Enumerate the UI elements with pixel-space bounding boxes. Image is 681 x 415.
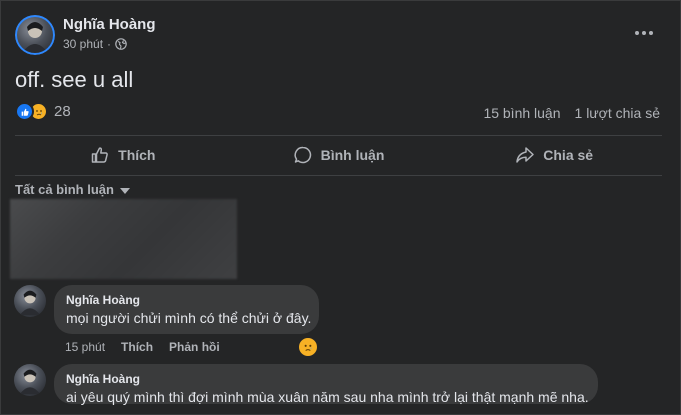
meta-separator: · — [107, 37, 112, 51]
comments-count-link[interactable]: 15 bình luận — [483, 105, 560, 121]
comment-avatar[interactable] — [14, 364, 46, 396]
comment-filter-label: Tất cả bình luận — [15, 182, 114, 197]
share-button[interactable]: Chia sẻ — [446, 139, 662, 171]
share-icon — [516, 147, 535, 163]
post-stats: 15 bình luận 1 lượt chia sẻ — [483, 105, 660, 121]
comment-bubble: Nghĩa Hoàng ai yêu quý mình thì đợi mình… — [54, 364, 598, 405]
more-options-button[interactable] — [632, 21, 656, 45]
comment-author-name[interactable]: Nghĩa Hoàng — [66, 293, 307, 307]
avatar-image — [19, 369, 41, 395]
like-icon — [15, 102, 34, 121]
comment-icon — [294, 146, 311, 164]
comment-text: mọi người chửi mình có thể chửi ở đây. — [66, 310, 312, 326]
comment-reply-button[interactable]: Phản hồi — [169, 340, 220, 354]
like-button-label: Thích — [118, 147, 156, 163]
blurred-image — [10, 199, 237, 279]
caret-down-icon — [119, 187, 130, 194]
comment-author-name[interactable]: Nghĩa Hoàng — [66, 372, 586, 386]
reaction-count: 28 — [54, 103, 71, 120]
globe-icon[interactable] — [115, 38, 127, 50]
post-actions-bar: Thích Bình luận Chia sẻ — [15, 139, 662, 171]
post-time[interactable]: 30 phút — [63, 37, 103, 51]
dot-icon — [635, 31, 639, 35]
comment-text: ai yêu quý mình thì đợi mình mùa xuân nă… — [66, 389, 589, 405]
comment-time[interactable]: 15 phút — [65, 340, 105, 354]
avatar-image — [19, 290, 41, 316]
reactions-summary[interactable]: 28 — [15, 102, 71, 121]
post-card: Nghĩa Hoàng 30 phút · off. see u all 28 … — [0, 0, 681, 415]
divider — [15, 175, 662, 176]
sad-icon[interactable] — [297, 336, 319, 358]
comment-button[interactable]: Bình luận — [231, 139, 447, 171]
divider — [15, 135, 662, 136]
post-author-name[interactable]: Nghĩa Hoàng — [63, 16, 156, 33]
author-avatar[interactable] — [15, 15, 55, 55]
post-text: off. see u all — [15, 67, 134, 92]
comment-filter-dropdown[interactable]: Tất cả bình luận — [15, 182, 130, 197]
dot-icon — [642, 31, 646, 35]
comment-avatar[interactable] — [14, 285, 46, 317]
comment-bubble: Nghĩa Hoàng mọi người chửi mình có thể c… — [54, 285, 319, 334]
post-meta: 30 phút · — [63, 37, 127, 51]
comment-button-label: Bình luận — [320, 147, 385, 163]
like-button[interactable]: Thích — [15, 139, 231, 171]
shares-count-link[interactable]: 1 lượt chia sẻ — [575, 105, 660, 121]
dot-icon — [649, 31, 653, 35]
comment-like-button[interactable]: Thích — [121, 340, 153, 354]
thumbs-up-icon — [91, 147, 109, 163]
share-button-label: Chia sẻ — [543, 147, 594, 163]
comment-actions: 15 phút Thích Phản hồi — [65, 340, 220, 354]
